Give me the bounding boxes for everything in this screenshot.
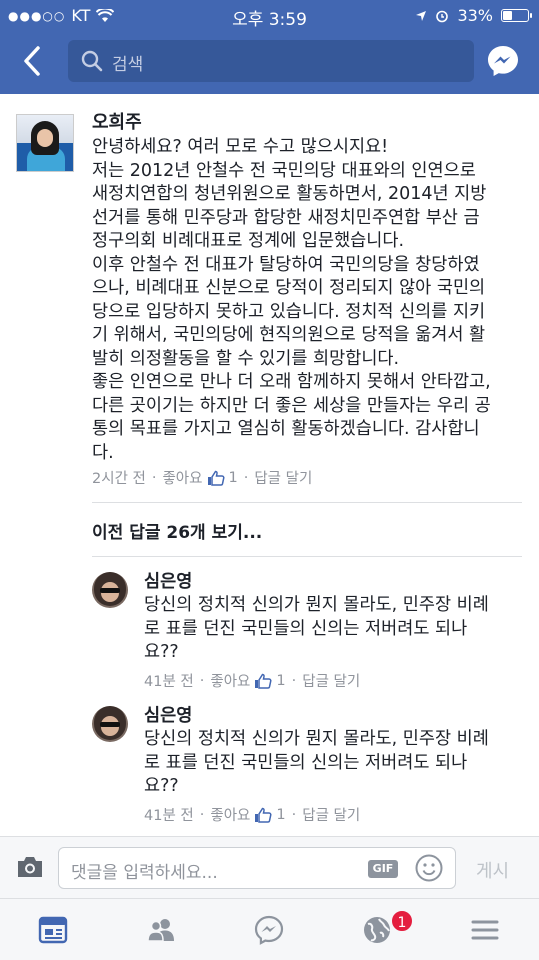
status-right: 33% (415, 6, 532, 25)
location-arrow-icon (416, 10, 427, 21)
top-navigation-bar: ●●●○○ KT 오후 3:59 33% 검색 (0, 0, 539, 94)
gif-button[interactable]: GIF (368, 860, 398, 878)
thumbs-up-icon (255, 673, 272, 689)
reply-time: 41분 전 (144, 808, 194, 824)
thumbs-up-icon (255, 807, 272, 823)
avatar[interactable] (16, 114, 74, 172)
battery-icon (501, 9, 532, 22)
separator: · (291, 806, 297, 823)
emoji-icon[interactable] (415, 854, 443, 882)
reply-actions: 41분 전 · 좋아요 1 · 답글 달기 (144, 804, 360, 825)
like-count: 1 (276, 672, 286, 689)
messenger-icon[interactable] (486, 44, 520, 78)
search-bar[interactable]: 검색 (68, 40, 474, 82)
separator: · (199, 806, 205, 823)
reply-body: 당신의 정치적 신의가 뭔지 몰라도, 민주장 비례 로 표를 던진 국민들의 … (144, 729, 489, 796)
separator: · (291, 672, 297, 689)
comment-body: 안녕하세요? 여러 모로 수고 많으시지요! 저는 2012년 안철수 전 국민… (92, 137, 491, 463)
reply-button[interactable]: 답글 달기 (254, 467, 312, 488)
view-previous-replies-link[interactable]: 이전 답글 26개 보기... (92, 518, 262, 543)
comment-input[interactable]: 댓글을 입력하세요... GIF (58, 847, 456, 889)
battery-fill (503, 11, 512, 20)
like-button[interactable]: 좋아요 (210, 670, 250, 691)
messenger-icon[interactable] (254, 915, 284, 945)
notification-badge: 1 (390, 909, 414, 933)
reply-button[interactable]: 답글 달기 (302, 804, 360, 825)
reply-time: 41분 전 (144, 674, 194, 690)
comment-composer: 댓글을 입력하세요... GIF 게시 (0, 836, 539, 898)
camera-icon[interactable] (16, 855, 44, 879)
notifications-globe-icon[interactable] (362, 915, 392, 945)
like-count: 1 (276, 806, 286, 823)
avatar-face (37, 129, 53, 147)
divider (92, 502, 522, 503)
comment-time: 2시간 전 (92, 471, 146, 487)
news-feed-icon[interactable] (38, 915, 68, 945)
friends-icon[interactable] (146, 915, 176, 945)
comment-actions: 2시간 전 · 좋아요 1 · 답글 달기 (92, 467, 312, 488)
divider (92, 556, 522, 557)
like-button[interactable]: 좋아요 (210, 804, 250, 825)
separator: · (151, 469, 157, 486)
avatar-glasses (100, 588, 120, 593)
like-button[interactable]: 좋아요 (162, 467, 202, 488)
post-comment-button[interactable]: 게시 (476, 857, 509, 883)
comment-author[interactable]: 오희주 (92, 108, 142, 134)
like-count: 1 (228, 469, 238, 486)
thumbs-up-icon (207, 470, 225, 486)
reply-button[interactable]: 답글 달기 (302, 670, 360, 691)
comment-placeholder: 댓글을 입력하세요... (71, 863, 218, 883)
bottom-tab-bar: 1 (0, 898, 539, 960)
avatar-glasses (100, 722, 120, 727)
reply-body: 당신의 정치적 신의가 뭔지 몰라도, 민주장 비례 로 표를 던진 국민들의 … (144, 595, 489, 662)
separator: · (199, 672, 205, 689)
back-arrow-icon[interactable] (18, 44, 48, 78)
search-placeholder: 검색 (112, 55, 144, 75)
comment-thread: 오희주 안녕하세요? 여러 모로 수고 많으시지요! 저는 2012년 안철수 … (0, 94, 539, 836)
reply-author[interactable]: 심은영 (144, 568, 192, 593)
status-bar: ●●●○○ KT 오후 3:59 33% (0, 0, 539, 30)
menu-icon[interactable] (470, 915, 500, 945)
reply-actions: 41분 전 · 좋아요 1 · 답글 달기 (144, 670, 360, 691)
reply-author[interactable]: 심은영 (144, 702, 192, 727)
battery-percent: 33% (457, 6, 493, 25)
reply-avatar[interactable] (92, 572, 128, 608)
separator: · (243, 469, 249, 486)
alarm-clock-icon (436, 10, 449, 22)
search-icon (81, 50, 103, 72)
reply-avatar[interactable] (92, 706, 128, 742)
